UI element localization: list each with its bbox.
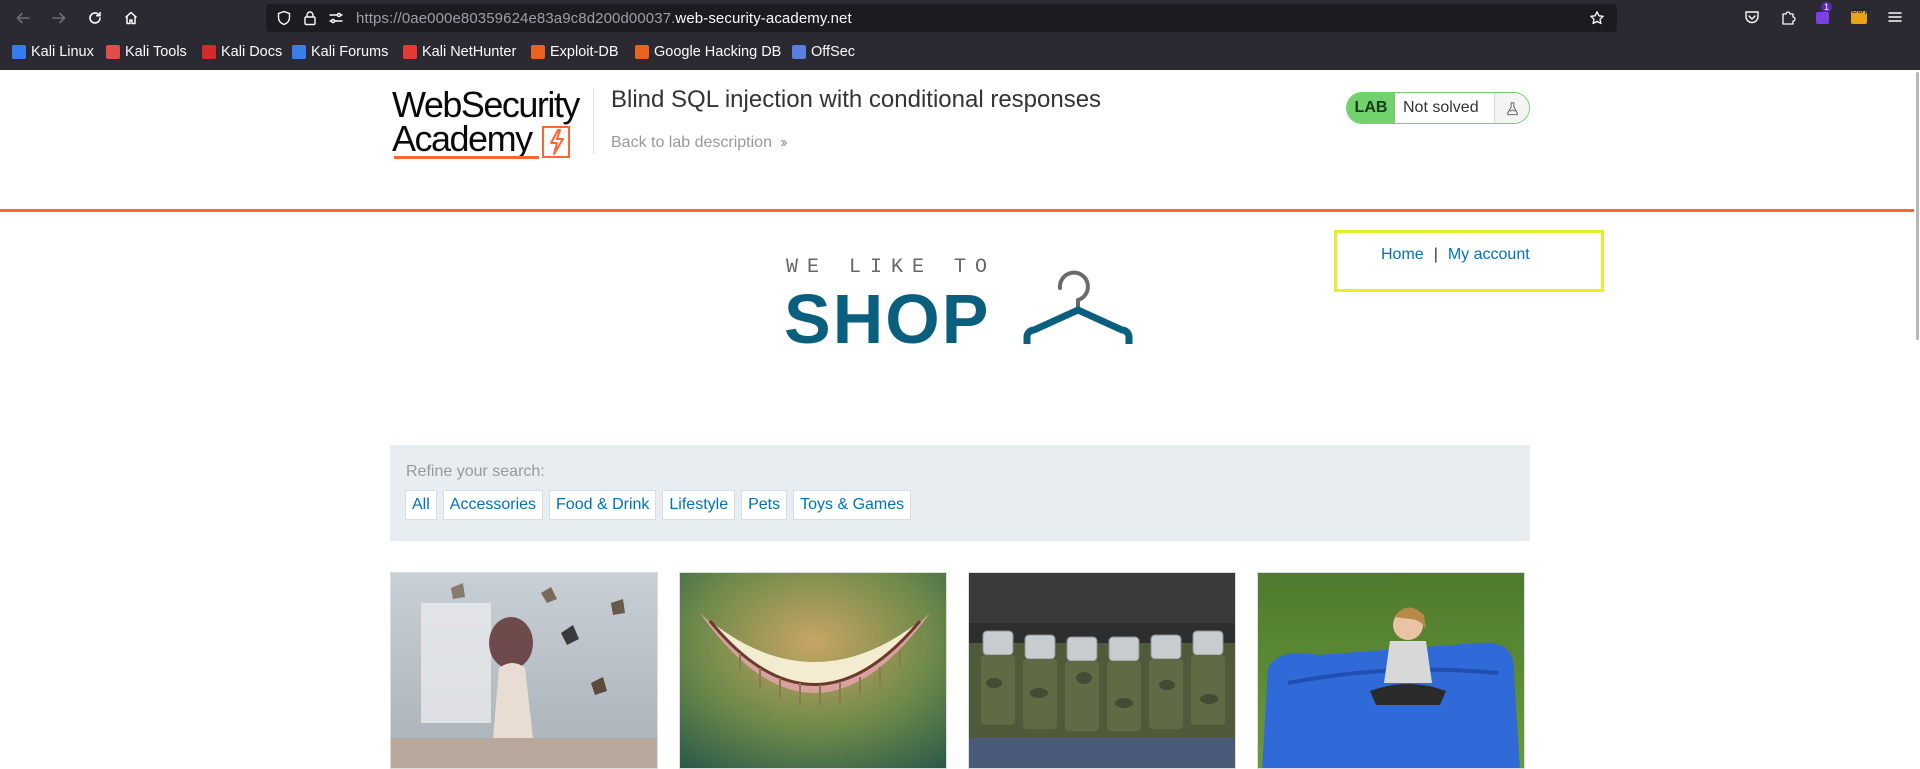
product-image-bean-bag[interactable] bbox=[1257, 572, 1525, 769]
extension-badge-button[interactable]: 1 bbox=[1814, 2, 1833, 26]
double-chevron-right-icon: ›› bbox=[779, 134, 787, 151]
bookmark-label: OffSec bbox=[811, 44, 856, 60]
kali-dragon-icon bbox=[12, 45, 26, 59]
ghdb-icon bbox=[635, 45, 649, 59]
pocket-icon[interactable] bbox=[1743, 8, 1761, 26]
kali-tools-icon bbox=[106, 45, 120, 59]
forward-button[interactable] bbox=[48, 7, 70, 29]
bookmark-label: Kali Linux bbox=[31, 44, 94, 60]
filter-tag-food-drink[interactable]: Food & Drink bbox=[549, 490, 657, 520]
account-nav: Home | My account bbox=[1381, 246, 1530, 264]
lab-header: WebSecurity Academy Blind SQL injection … bbox=[0, 70, 1914, 212]
reload-icon bbox=[89, 11, 101, 24]
bean-bag-image bbox=[1258, 573, 1524, 768]
reload-button[interactable] bbox=[84, 7, 106, 29]
nav-separator: | bbox=[1433, 246, 1438, 263]
arrow-right-icon bbox=[52, 12, 66, 24]
kali-forums-icon bbox=[292, 45, 306, 59]
lab-status-text: Not solved bbox=[1403, 99, 1479, 116]
browser-toolbar: https://0ae000e80359624e83a9c8d200d00037… bbox=[0, 0, 1920, 36]
web-security-academy-logo[interactable]: WebSecurity Academy bbox=[392, 84, 592, 162]
flask-button[interactable] bbox=[1494, 93, 1529, 123]
bookmark-label: Kali NetHunter bbox=[422, 44, 517, 60]
filter-tag-toys-games[interactable]: Toys & Games bbox=[793, 490, 912, 520]
filter-tag-lifestyle[interactable]: Lifestyle bbox=[662, 490, 736, 520]
permissions-icon[interactable] bbox=[328, 10, 344, 26]
product-grid bbox=[390, 572, 1530, 769]
star-icon[interactable] bbox=[1589, 10, 1605, 26]
bookmark-label: Exploit-DB bbox=[550, 44, 619, 60]
extension-badge-count: 1 bbox=[1821, 2, 1833, 12]
bookmark-label: Kali Docs bbox=[221, 44, 283, 60]
exploit-db-icon bbox=[531, 45, 545, 59]
filter-tag-all[interactable]: All bbox=[405, 490, 437, 520]
back-link-label: Back to lab description bbox=[611, 134, 772, 151]
bookmark-exploit-db[interactable]: Exploit-DB bbox=[531, 44, 619, 60]
lab-label: LAB bbox=[1347, 93, 1395, 123]
product-image-grinning-smile[interactable] bbox=[679, 572, 947, 769]
bookmark-label: Google Hacking DB bbox=[654, 44, 782, 60]
bookmark-kali-forums[interactable]: Kali Forums bbox=[292, 44, 388, 60]
filter-tag-accessories[interactable]: Accessories bbox=[442, 490, 544, 520]
hanger-icon bbox=[1023, 270, 1133, 344]
offsec-icon bbox=[792, 45, 806, 59]
filter-category-list: All Accessories Food & Drink Lifestyle P… bbox=[405, 490, 912, 520]
lightning-bolt-icon bbox=[542, 126, 570, 158]
my-account-link[interactable]: My account bbox=[1448, 246, 1530, 263]
bookmark-kali-docs[interactable]: Kali Docs bbox=[202, 44, 282, 60]
shop-logo-wordmark: SHOP bbox=[784, 280, 991, 358]
product-image-beer-belt[interactable] bbox=[968, 572, 1236, 769]
bookmark-kali-nethunter[interactable]: Kali NetHunter bbox=[403, 44, 516, 60]
bookmark-label: Kali Forums bbox=[311, 44, 389, 60]
lab-title: Blind SQL injection with conditional res… bbox=[611, 86, 1102, 113]
grinning-smile-image bbox=[680, 573, 946, 768]
back-button[interactable] bbox=[12, 7, 34, 29]
bookmark-label: Kali Tools bbox=[125, 44, 187, 60]
arrow-left-icon bbox=[16, 12, 30, 24]
bookmark-kali-linux[interactable]: Kali Linux bbox=[12, 44, 94, 60]
logo-underline bbox=[394, 156, 539, 159]
logo-line-1: WebSecurity bbox=[392, 84, 580, 125]
product-image-floating-books[interactable] bbox=[390, 572, 658, 769]
lock-icon[interactable] bbox=[302, 10, 318, 26]
floating-books-image bbox=[391, 573, 657, 768]
address-bar[interactable]: https://0ae000e80359624e83a9c8d200d00037… bbox=[266, 4, 1617, 32]
filter-tag-pets[interactable]: Pets bbox=[741, 490, 788, 520]
shop-logo-tagline: WE LIKE TO bbox=[786, 256, 997, 279]
burp-extension-button[interactable]: Burp bbox=[1850, 6, 1869, 26]
shop-logo: WE LIKE TO SHOP bbox=[784, 256, 1136, 354]
scrollbar-thumb[interactable] bbox=[1916, 72, 1919, 340]
flask-icon bbox=[1507, 101, 1518, 115]
home-button[interactable] bbox=[120, 7, 142, 29]
home-icon bbox=[124, 11, 138, 25]
back-to-lab-description-link[interactable]: Back to lab description ›› bbox=[611, 134, 787, 152]
menu-icon[interactable] bbox=[1886, 8, 1904, 26]
url-host-part: https://0ae000e80359624e83a9c8d200d00037… bbox=[356, 10, 676, 27]
nethunter-icon bbox=[403, 45, 417, 59]
bookmark-google-hacking-db[interactable]: Google Hacking DB bbox=[635, 44, 781, 60]
lab-status-badge: LAB Not solved bbox=[1346, 92, 1530, 124]
search-filter-panel: Refine your search: All Accessories Food… bbox=[390, 445, 1530, 541]
filter-label: Refine your search: bbox=[406, 463, 545, 480]
header-divider bbox=[593, 88, 594, 154]
bookmark-offsec[interactable]: OffSec bbox=[792, 44, 855, 60]
bookmark-kali-tools[interactable]: Kali Tools bbox=[106, 44, 187, 60]
web-page: WebSecurity Academy Blind SQL injection … bbox=[0, 70, 1920, 769]
burp-extension-label: Burp bbox=[1852, 6, 1869, 15]
bookmarks-toolbar: Kali Linux Kali Tools Kali Docs Kali For… bbox=[0, 41, 1920, 65]
shield-icon[interactable] bbox=[276, 10, 292, 26]
page-scrollbar[interactable] bbox=[1914, 70, 1920, 769]
home-link[interactable]: Home bbox=[1381, 246, 1424, 263]
kali-docs-icon bbox=[202, 45, 216, 59]
browser-chrome: https://0ae000e80359624e83a9c8d200d00037… bbox=[0, 0, 1920, 70]
url-domain-part: web-security-academy.net bbox=[675, 10, 852, 27]
url-text[interactable]: https://0ae000e80359624e83a9c8d200d00037… bbox=[356, 10, 852, 27]
beer-belt-image bbox=[969, 573, 1235, 768]
extensions-icon[interactable] bbox=[1779, 8, 1797, 26]
